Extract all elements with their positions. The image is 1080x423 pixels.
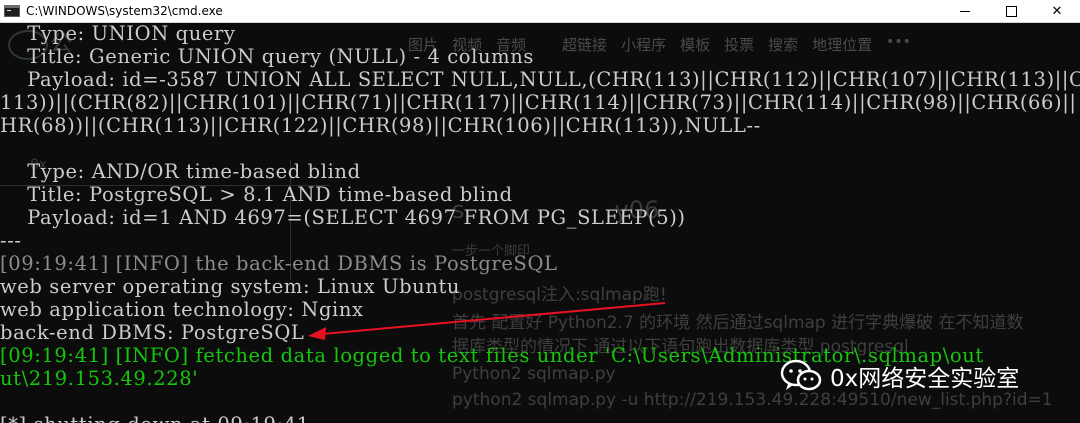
watermark: 0x网络安全实验室 [780,358,1019,394]
cmd-window: 公 图片 视频 音频 超链接 小程序 模板 投票 搜索 地理位置 ••• 0x … [0,0,1080,423]
arrow-shaft [321,302,666,335]
watermark-text: 0x网络安全实验室 [830,366,1020,392]
wechat-logo-icon [780,359,822,391]
arrow-head-icon [308,327,326,340]
